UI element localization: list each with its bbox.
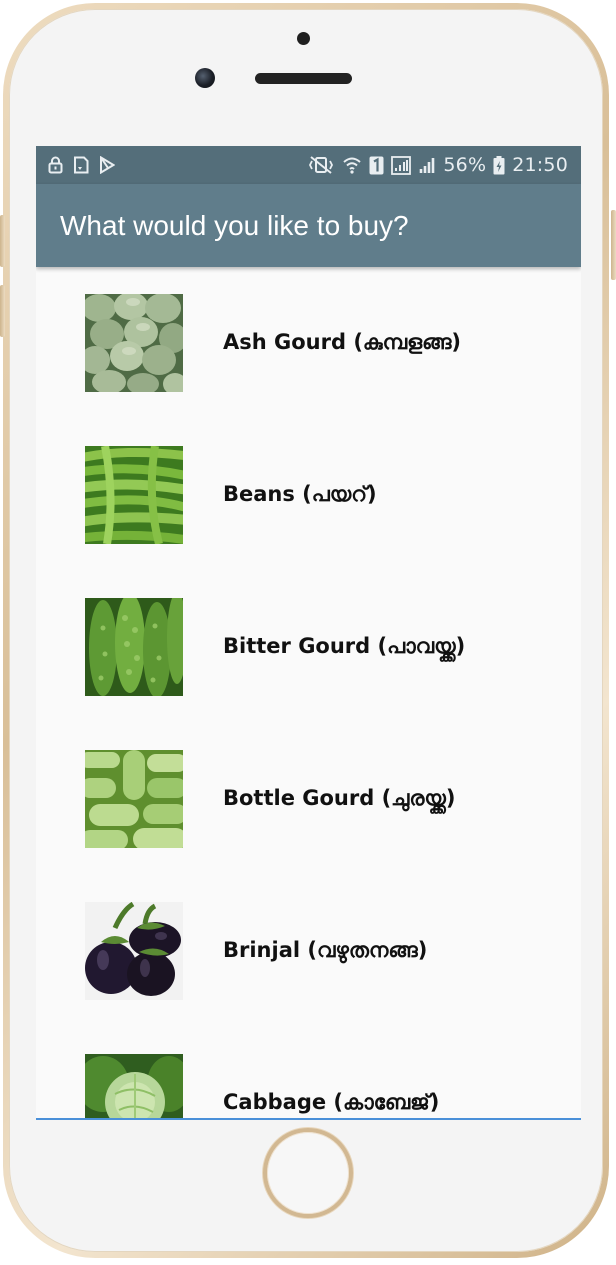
item-label: Bitter Gourd (പാവയ്ക്ക) [223,634,466,658]
status-bar: 56% 21:50 [36,146,581,184]
front-camera [195,68,215,88]
list-item[interactable]: Bitter Gourd (പാവയ്ക്ക) [36,571,581,723]
battery-percent: 56% [443,154,487,176]
wifi-icon [342,156,362,174]
app-title: What would you like to buy? [60,209,409,241]
clock: 21:50 [512,154,568,176]
volume-down-button [0,285,5,337]
battery-charging-icon [493,155,505,175]
list-item[interactable]: Brinjal (വഴുതനങ്ങ) [36,875,581,1027]
vibrate-mute-icon [307,156,335,174]
proximity-sensor [297,32,310,45]
play-store-icon [99,156,115,174]
list-item[interactable]: Ash Gourd (കുമ്പളങ്ങ) [36,267,581,419]
screen: 56% 21:50 What would you like to buy? As… [36,146,581,1120]
item-label: Bottle Gourd (ചുരയ്ക്ക) [223,786,456,810]
home-button[interactable] [263,1128,353,1218]
item-label: Ash Gourd (കുമ്പളങ്ങ) [223,330,462,354]
list-item[interactable]: Cabbage (കാബേജ്) [36,1027,581,1118]
volume-up-button [0,215,5,267]
sim-card-icon [73,156,89,174]
beans-image [85,446,183,544]
item-label: Cabbage (കാബേജ്) [223,1090,440,1114]
cabbage-image [85,1054,183,1118]
signal-box-icon [391,155,412,175]
power-button [611,210,616,280]
item-label: Brinjal (വഴുതനങ്ങ) [223,938,428,962]
brinjal-image [85,902,183,1000]
list-item[interactable]: Bottle Gourd (ചുരയ്ക്ക) [36,723,581,875]
sim1-badge-icon [369,156,384,175]
item-label: Beans (പയറ്) [223,482,377,506]
lock-icon [48,156,63,174]
app-bar: What would you like to buy? [36,184,581,267]
earpiece-speaker [255,73,352,84]
vegetable-list[interactable]: Ash Gourd (കുമ്പളങ്ങ) Beans (പയറ്) Bitte… [36,267,581,1118]
bottle-gourd-image [85,750,183,848]
ash-gourd-image [85,294,183,392]
list-item[interactable]: Beans (പയറ്) [36,419,581,571]
bitter-gourd-image [85,598,183,696]
signal-icon [418,156,436,174]
